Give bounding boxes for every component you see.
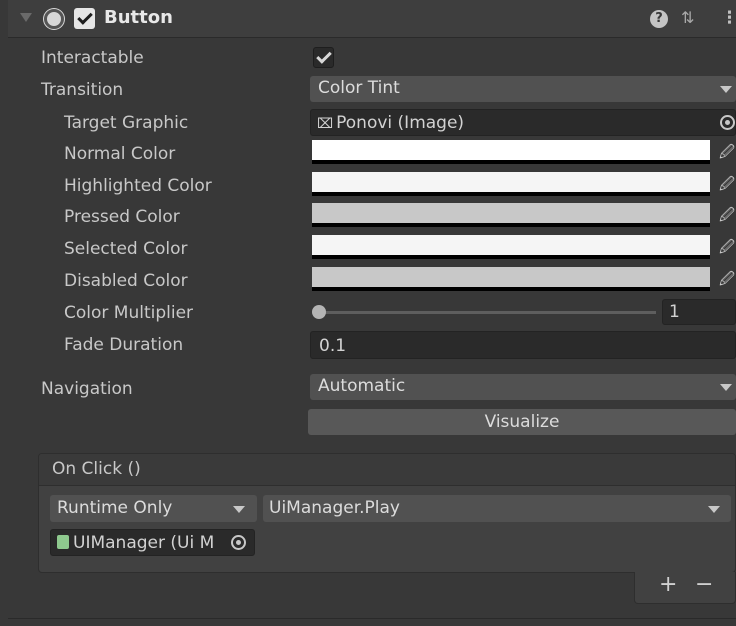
divider <box>8 618 736 619</box>
color-multiplier-input[interactable]: 1 <box>662 299 736 325</box>
fade-duration-label: Fade Duration <box>64 335 184 355</box>
eyedropper-icon[interactable]: 🖉 <box>719 174 735 199</box>
eyedropper-icon[interactable]: 🖉 <box>719 142 735 167</box>
target-graphic-label: Target Graphic <box>64 113 189 133</box>
navigation-dropdown[interactable]: Automatic <box>310 374 736 400</box>
normal-color-label: Normal Color <box>64 144 176 164</box>
object-picker-icon[interactable] <box>720 115 735 130</box>
navigation-value: Automatic <box>318 376 406 396</box>
function-value: UiManager.Play <box>269 498 400 518</box>
target-object-field[interactable]: UIManager (Ui M <box>50 529 255 556</box>
target-graphic-value: Ponovi (Image) <box>336 113 465 133</box>
disabled-color-label: Disabled Color <box>64 271 188 291</box>
runtime-value: Runtime Only <box>57 498 173 518</box>
on-click-header: On Click () <box>39 454 735 486</box>
add-button[interactable]: + <box>659 572 677 597</box>
color-multiplier-slider-thumb[interactable] <box>312 305 326 319</box>
highlighted-color-swatch[interactable] <box>312 172 710 196</box>
visualize-button[interactable]: Visualize <box>308 409 736 435</box>
component-enabled-checkbox[interactable] <box>74 8 95 29</box>
normal-color-swatch[interactable] <box>312 140 710 164</box>
image-icon: ⌧ <box>317 116 334 132</box>
preset-icon[interactable]: ⇅ <box>681 8 694 27</box>
target-object-value: UIManager (Ui M <box>73 533 215 553</box>
eyedropper-icon[interactable]: 🖉 <box>719 237 735 262</box>
eyedropper-icon[interactable]: 🖉 <box>719 205 735 230</box>
context-menu-icon[interactable]: ⋮ <box>721 8 736 28</box>
interactable-checkbox[interactable] <box>313 47 334 68</box>
script-icon <box>57 535 69 549</box>
fade-duration-input[interactable]: 0.1 <box>310 331 736 359</box>
selected-color-label: Selected Color <box>64 239 188 259</box>
transition-label: Transition <box>41 80 124 100</box>
eyedropper-icon[interactable]: 🖉 <box>719 269 735 294</box>
navigation-label: Navigation <box>41 379 133 399</box>
function-dropdown[interactable]: UiManager.Play <box>263 495 731 522</box>
on-click-title: On Click () <box>52 459 141 479</box>
interactable-label: Interactable <box>41 48 144 68</box>
chevron-down-icon <box>708 505 720 513</box>
selected-color-swatch[interactable] <box>312 235 710 259</box>
object-picker-icon[interactable] <box>231 535 246 550</box>
transition-dropdown[interactable]: Color Tint <box>310 76 736 102</box>
pressed-color-swatch[interactable] <box>312 203 710 227</box>
transition-value: Color Tint <box>318 78 400 98</box>
chevron-down-icon <box>720 86 732 93</box>
target-graphic-field[interactable]: ⌧ Ponovi (Image) <box>310 109 736 136</box>
runtime-dropdown[interactable]: Runtime Only <box>50 495 257 522</box>
chevron-down-icon <box>720 384 732 391</box>
inspector-panel: Button ? ⇅ ⋮ Interactable Transition Col… <box>8 0 736 626</box>
color-multiplier-slider-track[interactable] <box>318 311 656 314</box>
remove-button[interactable]: − <box>695 572 713 597</box>
button-component-icon <box>44 9 64 29</box>
help-icon[interactable]: ? <box>650 10 668 28</box>
color-multiplier-label: Color Multiplier <box>64 303 194 323</box>
list-gadget: + − <box>634 572 736 604</box>
component-title: Button <box>104 7 173 28</box>
chevron-down-icon <box>233 505 245 513</box>
component-header[interactable]: Button ? ⇅ ⋮ <box>8 0 736 38</box>
disabled-color-swatch[interactable] <box>312 267 710 291</box>
foldout-arrow-icon[interactable] <box>20 13 32 22</box>
highlighted-color-label: Highlighted Color <box>64 176 212 196</box>
on-click-event-box: On Click () Runtime Only UiManager.Play … <box>38 453 736 573</box>
pressed-color-label: Pressed Color <box>64 207 180 227</box>
